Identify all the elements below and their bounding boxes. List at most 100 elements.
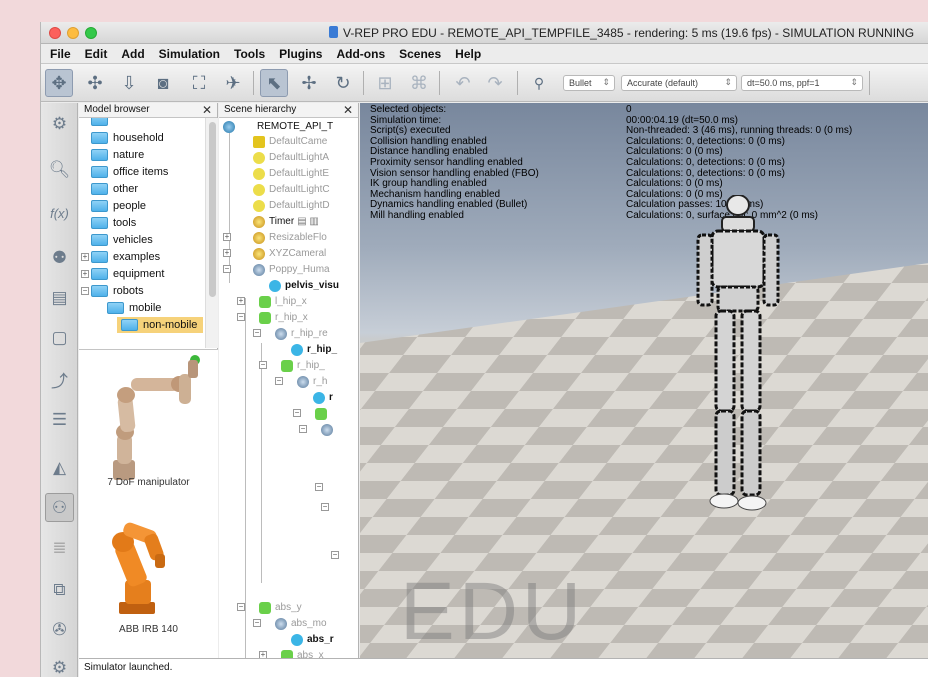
fit-to-view-button[interactable]: ⛶ [185, 69, 213, 97]
scene-item[interactable]: DefaultLightD [253, 198, 330, 213]
collapse-toggle[interactable]: − [259, 361, 267, 369]
click-selection-button[interactable]: ⬉ [260, 69, 288, 97]
folder-item-partial[interactable] [91, 118, 113, 128]
expand-toggle[interactable]: + [223, 233, 231, 241]
scene-item[interactable] [321, 422, 337, 437]
simulation-settings-button[interactable]: ⚙ [45, 109, 74, 138]
scene-item[interactable]: abs_mo [275, 616, 327, 631]
model-thumbnail-abb-irb-140[interactable] [79, 498, 218, 630]
collapse-toggle[interactable]: − [223, 265, 231, 273]
scene-item[interactable]: abs_x [281, 648, 324, 658]
scene-item[interactable]: DefaultLightC [253, 182, 330, 197]
scene-item[interactable]: r_h [297, 374, 327, 389]
collapse-toggle[interactable]: − [253, 329, 261, 337]
folder-item-office-items[interactable]: office items [91, 164, 168, 180]
scene-item[interactable]: l_hip_x [259, 294, 307, 309]
menu-add[interactable]: Add [121, 47, 144, 61]
menu-edit[interactable]: Edit [85, 47, 108, 61]
collapse-toggle[interactable]: − [237, 313, 245, 321]
assemble-button[interactable]: ⊞ [371, 69, 399, 97]
expand-toggle[interactable]: + [259, 651, 267, 658]
zoom-window-button[interactable] [85, 27, 97, 39]
dynamics-toggle-button[interactable]: ⚲ [525, 69, 553, 97]
menu-simulation[interactable]: Simulation [159, 47, 220, 61]
menu-file[interactable]: File [50, 47, 71, 61]
model-tree-scrollbar[interactable] [205, 118, 218, 348]
menu-plugins[interactable]: Plugins [279, 47, 322, 61]
physics-engine-select[interactable]: Bullet ⇕ [563, 75, 615, 91]
object-properties-button[interactable]: 🔍︎ [45, 155, 74, 184]
scene-item[interactable]: r [313, 390, 333, 405]
layers-button[interactable]: ≣ [45, 533, 74, 562]
scene-item[interactable]: pelvis_visu [269, 278, 339, 293]
video-recorder-button[interactable]: ✇ [45, 615, 74, 644]
scene-hierarchy-toggle-button[interactable]: ⚇ [45, 493, 74, 522]
scene-viewport[interactable]: Selected objects: 0 Simulation time: 00:00… [360, 103, 928, 677]
scene-item[interactable]: XYZCameral [253, 246, 326, 261]
scene-item[interactable]: DefaultLightE [253, 166, 329, 181]
collapse-toggle[interactable]: − [321, 503, 329, 511]
folder-item-other[interactable]: other [91, 181, 138, 197]
folder-item-robots[interactable]: robots [91, 283, 144, 299]
collapse-toggle[interactable]: − [253, 619, 261, 627]
folder-item-nature[interactable]: nature [91, 147, 144, 163]
menu-help[interactable]: Help [455, 47, 481, 61]
close-icon[interactable]: ✕ [202, 103, 212, 117]
folder-item-tools[interactable]: tools [91, 215, 136, 231]
folder-item-vehicles[interactable]: vehicles [91, 232, 153, 248]
expand-toggle[interactable]: + [81, 270, 89, 278]
shapes-edit-button[interactable]: ▢ [45, 323, 74, 352]
menu-add-ons[interactable]: Add-ons [336, 47, 385, 61]
close-window-button[interactable] [49, 27, 61, 39]
expand-toggle[interactable]: + [81, 253, 89, 261]
scene-item[interactable]: Timer ▤ ▥ [253, 214, 319, 229]
poppy-humanoid-robot[interactable] [678, 195, 798, 525]
scrollbar-thumb[interactable] [209, 122, 216, 297]
folder-item-people[interactable]: people [91, 198, 146, 214]
collapse-toggle[interactable]: − [81, 287, 89, 295]
path-edit-button[interactable]: ⤴ [45, 365, 74, 394]
expand-toggle[interactable]: + [223, 249, 231, 257]
collapse-toggle[interactable]: − [331, 551, 339, 559]
scene-item[interactable]: ResizableFlo [253, 230, 327, 245]
camera-pan-button[interactable]: ✥ [45, 69, 73, 97]
camera-angle-button[interactable]: ◙ [149, 69, 177, 97]
scene-item[interactable]: Poppy_Huma [253, 262, 330, 277]
scene-item[interactable]: abs_r [291, 632, 334, 647]
model-browser-toggle-button[interactable]: ◭ [45, 453, 74, 482]
scene-item[interactable] [315, 406, 331, 421]
scene-item[interactable]: r_hip_x [259, 310, 308, 325]
collapse-toggle[interactable]: − [315, 483, 323, 491]
object-rotate-button[interactable]: ↻ [329, 69, 357, 97]
folder-item-household[interactable]: household [91, 130, 164, 146]
scene-item[interactable]: abs_y [259, 600, 302, 615]
scene-item[interactable]: DefaultLightA [253, 150, 329, 165]
calculation-modules-button[interactable]: f(x) [45, 199, 74, 228]
folder-item-mobile[interactable]: mobile [107, 300, 161, 316]
layers-stack-button[interactable]: ⧉ [45, 575, 74, 604]
selection-button[interactable]: ☰ [45, 405, 74, 434]
scene-item[interactable]: DefaultCame [253, 134, 327, 149]
scene-item[interactable]: r_hip_ [291, 342, 337, 357]
scripts-button[interactable]: ▤ [45, 283, 74, 312]
scene-item[interactable]: r_hip_re [275, 326, 328, 341]
expand-toggle[interactable]: + [237, 297, 245, 305]
collapse-toggle[interactable]: − [293, 409, 301, 417]
close-icon[interactable]: ✕ [343, 103, 353, 117]
minimize-window-button[interactable] [67, 27, 79, 39]
camera-fly-button[interactable]: ✈ [219, 69, 247, 97]
object-shift-button[interactable]: ✢ [295, 69, 323, 97]
undo-button[interactable]: ↶ [449, 69, 477, 97]
collapse-toggle[interactable]: − [275, 377, 283, 385]
engine-accuracy-select[interactable]: Accurate (default) ⇕ [621, 75, 737, 91]
scene-item[interactable]: REMOTE_API_T [223, 119, 333, 134]
redo-button[interactable]: ↷ [481, 69, 509, 97]
collections-button[interactable]: ⚉ [45, 243, 74, 272]
menu-scenes[interactable]: Scenes [399, 47, 441, 61]
folder-item-equipment[interactable]: equipment [91, 266, 164, 282]
folder-item-examples[interactable]: examples [91, 249, 160, 265]
camera-shift-button[interactable]: ⇩ [115, 69, 143, 97]
scene-item[interactable]: r_hip_ [281, 358, 325, 373]
menu-tools[interactable]: Tools [234, 47, 265, 61]
timestep-select[interactable]: dt=50.0 ms, ppf=1 ⇕ [741, 75, 863, 91]
